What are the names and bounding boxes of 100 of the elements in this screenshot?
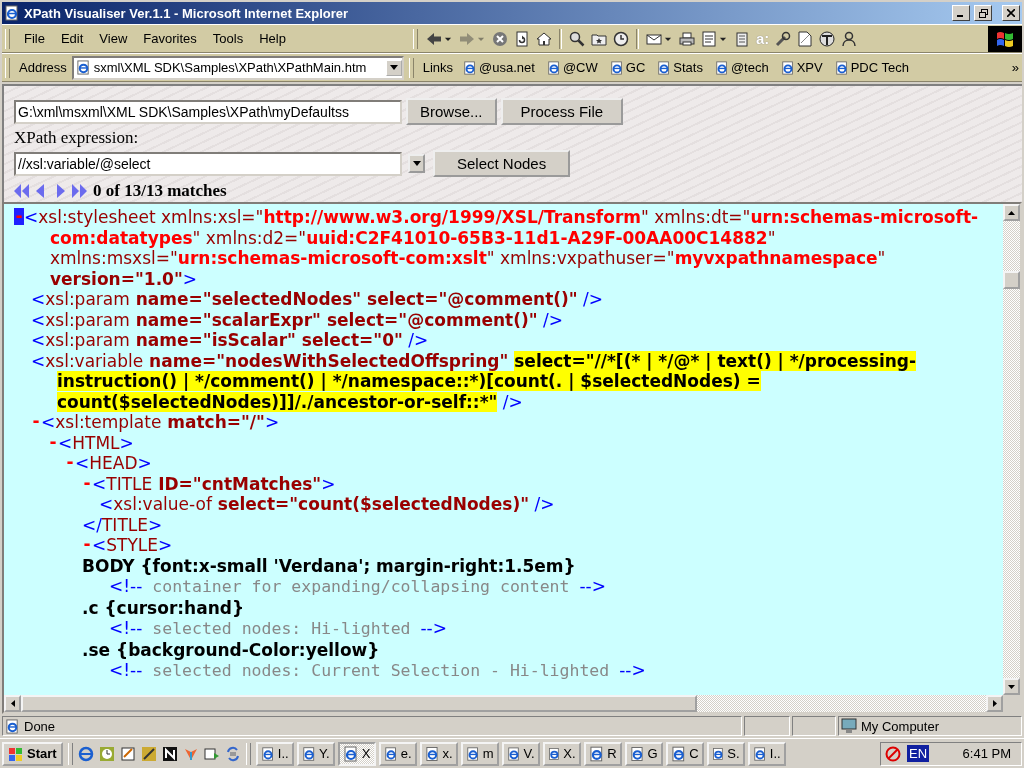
menu-item[interactable]: Tools [204, 28, 252, 49]
status-text: Done [24, 718, 56, 734]
browser-page-icon[interactable] [4, 5, 20, 21]
collapse-toggle[interactable]: - [31, 413, 41, 430]
browser-page-icon [506, 745, 521, 762]
back-arrow-icon[interactable] [426, 30, 442, 47]
scroll-thumb[interactable] [1003, 271, 1020, 289]
browse-button[interactable]: Browse... [406, 98, 497, 125]
scroll-down-button[interactable] [1003, 678, 1020, 695]
browser-page-icon [547, 745, 561, 762]
scroll-right-button[interactable] [986, 695, 1003, 712]
file-path-field[interactable]: G:\xml\msxml\XML SDK\Samples\XPath\myDefaultss [14, 99, 402, 124]
taskbar-button[interactable]: Y. [296, 741, 335, 766]
link[interactable]: @tech [709, 60, 774, 75]
select-nodes-button[interactable]: Select Nodes [433, 150, 571, 177]
minimize-button[interactable] [952, 5, 970, 21]
stop-icon[interactable] [492, 30, 508, 47]
xml-element-line: <xsl:param name="selectedNodes" select="@comment()" /> [31, 289, 605, 310]
menu-item[interactable]: File [16, 28, 53, 49]
collapse-toggle[interactable]: - [82, 474, 92, 492]
xml-element-line: <xsl:param name="isScalar" select="0" /> [31, 330, 430, 351]
windows-logo-icon [988, 25, 1022, 52]
scroll-up-button[interactable] [1003, 204, 1020, 221]
double-left-arrow-icon[interactable] [14, 184, 30, 198]
caret-icon [389, 65, 398, 70]
taskbar-button[interactable]: R [583, 741, 622, 766]
link[interactable]: @CW [541, 60, 603, 75]
scroll-thumb[interactable] [21, 695, 697, 712]
double-right-arrow-icon[interactable] [71, 184, 87, 198]
links-label: Links [421, 60, 455, 75]
address-label: Address [18, 60, 68, 75]
scroll-left-button[interactable] [4, 695, 21, 712]
browser-page-icon [383, 745, 398, 762]
css-rule-text: BODY {font:x-small 'Verdana'; margin-right:1.5em} [82, 555, 577, 576]
taskbar-button[interactable]: e. [378, 741, 417, 766]
clock: 6:41 PM [962, 746, 1011, 761]
close-button[interactable] [1002, 5, 1020, 21]
xml-element-line: <xsl:variable name="nodesWithSelectedOffspring" select="//*[(* | */@* | text() | */processing-instruction() | */comment() | */namespace::*)[count(. | $selectedNodes) = count($selectedNodes)]]/./ancestor-or-self::*" /> [31, 350, 918, 412]
browser-page-icon [834, 60, 849, 75]
browser-icon[interactable] [77, 745, 94, 762]
left-arrow-icon [10, 700, 15, 707]
xml-comment: <!-- container for expanding/collapsing content --> [109, 576, 607, 598]
horizontal-scrollbar[interactable] [4, 695, 1020, 712]
refresh-icon[interactable] [514, 30, 530, 47]
link[interactable]: PDC Tech [829, 60, 914, 75]
xml-element-line: <xsl:stylesheet xmlns:xsl="http://www.w3.org/1999/XSL/Transform" xmlns:dt="urn:schemas-microsoft-com:datatypes" xmlns:d2="uuid:C2F41010-65B3-11d1-A29F-00AA00C14882" xmlns:msxsl="urn:schemas-microsoft-com:xslt" xmlns:vxpathuser="myvxpathnamespace" version="1.0"> [24, 207, 980, 289]
browser-page-icon [588, 745, 605, 762]
dropdown-button[interactable] [408, 154, 425, 173]
app-icon[interactable] [161, 745, 178, 762]
start-button[interactable]: Start [2, 741, 63, 766]
taskbar-button[interactable]: X. [542, 741, 581, 766]
taskbar-button[interactable]: S. [706, 741, 745, 766]
restore-button[interactable] [974, 5, 992, 21]
person-icon[interactable] [841, 30, 858, 47]
menu-item[interactable]: View [91, 28, 136, 49]
sync-icon[interactable] [224, 745, 241, 762]
windows-logo-icon [8, 745, 24, 762]
taskbar-button[interactable]: I.. [747, 741, 786, 766]
collapse-toggle[interactable]: - [82, 536, 92, 553]
collapse-toggle[interactable]: - [65, 454, 75, 471]
printer-icon[interactable] [679, 30, 695, 47]
taskbar-button[interactable]: X [337, 741, 376, 766]
search-icon[interactable] [569, 30, 585, 47]
taskbar-button[interactable]: x. [419, 741, 458, 766]
link[interactable]: Stats [652, 60, 708, 75]
document-icon[interactable] [701, 30, 717, 47]
taskbar-button[interactable]: m [460, 741, 499, 766]
css-rule-text: .se {background-Color:yellow} [82, 639, 381, 660]
vertical-scrollbar[interactable] [1003, 204, 1020, 695]
menu-item[interactable]: Favorites [135, 28, 205, 49]
xml-element-line: <xsl:template match="/"> [41, 412, 281, 433]
page-icon[interactable] [797, 30, 814, 47]
browser-page-icon [5, 718, 20, 734]
emblem-icon[interactable] [819, 30, 836, 47]
link[interactable]: @usa.net [458, 60, 540, 75]
menu-item[interactable]: Help [251, 28, 294, 49]
notepad-icon[interactable] [734, 30, 750, 47]
status-panel [792, 716, 836, 736]
link[interactable]: GC [604, 60, 651, 75]
notepad-icon[interactable] [119, 745, 136, 762]
css-rule-text: .c {cursor:hand} [82, 597, 246, 618]
xpath-expression-field[interactable]: //xsl:variable/@select [14, 151, 402, 176]
link[interactable]: XPV [775, 60, 828, 75]
xml-element-line: <xsl:param name="scalarExpr" select="@comment()" /> [31, 309, 564, 330]
home-icon[interactable] [536, 30, 552, 47]
clock-icon[interactable] [613, 30, 629, 47]
collapse-toggle[interactable]: - [48, 433, 58, 451]
address-field[interactable]: sxml\XML SDK\Samples\XPath\XPathMain.htm [71, 55, 404, 80]
language-indicator[interactable]: EN [907, 745, 930, 762]
process-file-button[interactable]: Process File [500, 98, 624, 125]
no-entry-icon[interactable] [885, 745, 901, 762]
taskbar-button[interactable]: I.. [255, 741, 294, 766]
taskbar-button[interactable]: G [624, 741, 663, 766]
menu-item[interactable]: Edit [52, 28, 92, 49]
taskbar-button[interactable]: V. [501, 741, 540, 766]
restore-icon [978, 8, 988, 18]
taskbar-button[interactable]: C [665, 741, 704, 766]
zone-label: My Computer [861, 718, 940, 734]
media-icon[interactable] [203, 745, 220, 762]
more-links-button[interactable]: » [1011, 60, 1022, 75]
